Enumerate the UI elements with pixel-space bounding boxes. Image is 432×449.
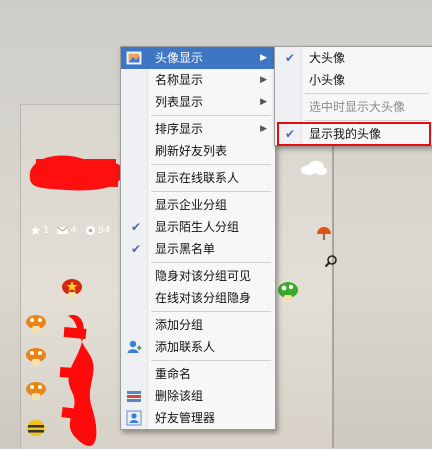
menu-item-large-avatar-when-selected: 选中时显示大头像 xyxy=(309,100,406,114)
mushroom-avatar-icon xyxy=(26,348,46,366)
green-mushroom-icon xyxy=(278,282,298,302)
menu-item-show-online-contacts[interactable]: 显示在线联系人 xyxy=(121,167,275,189)
checkmark-icon: ✔ xyxy=(284,51,296,65)
menu-item-rename[interactable]: 重命名 xyxy=(121,363,275,385)
submenu-arrow-icon: ▶ xyxy=(260,124,267,134)
submenu-arrow-icon: ▶ xyxy=(260,53,267,63)
menu-item-avatar-display[interactable]: 头像显示 ▶ xyxy=(121,47,275,69)
menu-item-show-strangers-group[interactable]: ✔ 显示陌生人分组 xyxy=(121,216,275,238)
menu-item-add-group[interactable]: 添加分组 xyxy=(121,314,275,336)
star-count: 1 xyxy=(43,225,50,236)
weather-cloud-icon xyxy=(301,161,327,175)
menu-item-invisible-visible-to-group[interactable]: 隐身对该分组可见 xyxy=(121,265,275,287)
window-border xyxy=(332,104,334,448)
checkmark-icon: ✔ xyxy=(130,220,142,234)
mail-icon xyxy=(57,226,69,234)
redacted-nickname xyxy=(29,155,123,191)
star-counter[interactable]: 1 xyxy=(30,225,49,236)
bee-avatar-icon xyxy=(27,420,45,436)
menu-item-add-contact[interactable]: 添加联系人 xyxy=(121,336,275,358)
menu-separator xyxy=(151,164,271,165)
gear-icon xyxy=(85,226,95,235)
menu-item-sort-display[interactable]: 排序显示 ▶ xyxy=(121,118,275,140)
menu-separator xyxy=(151,311,271,312)
avatar-display-submenu: ✔ 大头像 小头像 选中时显示大头像 ✔ 显示我的头像 xyxy=(274,46,432,146)
submenu-arrow-icon: ▶ xyxy=(260,75,267,85)
menu-item-delete-group[interactable]: 删除该组 xyxy=(121,385,275,407)
redacted-contacts xyxy=(59,315,97,446)
checkmark-icon: ✔ xyxy=(284,127,296,141)
delete-group-icon xyxy=(127,391,141,402)
search-icon[interactable] xyxy=(324,254,338,268)
menu-item-show-enterprise-group[interactable]: 显示企业分组 xyxy=(121,194,275,216)
menu-item-small-avatar[interactable]: 小头像 xyxy=(275,69,432,91)
gear-count: 94 xyxy=(97,225,111,236)
menu-separator xyxy=(305,120,429,121)
menu-separator xyxy=(151,360,271,361)
contact-list-context-menu: 头像显示 ▶ 名称显示 ▶ 列表显示 ▶ 排序显示 ▶ 刷新好友列表 显示在线联… xyxy=(120,46,276,430)
add-contact-icon xyxy=(127,340,142,353)
menu-separator xyxy=(151,262,271,263)
menu-item-refresh-friends[interactable]: 刷新好友列表 xyxy=(121,140,275,162)
mail-count: 4 xyxy=(70,225,77,236)
menu-item-show-blacklist[interactable]: ✔ 显示黑名单 xyxy=(121,238,275,260)
menu-separator xyxy=(305,93,429,94)
mushroom-avatar-icon xyxy=(26,382,46,400)
menu-item-online-hidden-to-group[interactable]: 在线对该分组隐身 xyxy=(121,287,275,309)
friend-manager-icon xyxy=(126,410,142,426)
mushroom-avatar-icon xyxy=(26,315,46,333)
menu-separator xyxy=(151,115,271,116)
menu-item-show-my-avatar[interactable]: ✔ 显示我的头像 xyxy=(275,122,432,146)
checkmark-icon: ✔ xyxy=(130,242,142,256)
gear-counter[interactable]: 94 xyxy=(85,225,111,236)
umbrella-icon[interactable] xyxy=(316,226,332,242)
avatar-display-icon xyxy=(126,51,142,65)
menu-separator xyxy=(151,191,271,192)
mail-counter[interactable]: 4 xyxy=(57,225,77,236)
red-star-mushroom-icon xyxy=(62,279,82,299)
menu-item-name-display[interactable]: 名称显示 ▶ xyxy=(121,69,275,91)
menu-item-large-avatar[interactable]: ✔ 大头像 xyxy=(275,47,432,69)
star-icon xyxy=(30,225,41,235)
submenu-arrow-icon: ▶ xyxy=(260,97,267,107)
menu-item-list-display[interactable]: 列表显示 ▶ xyxy=(121,91,275,113)
menu-item-friend-manager[interactable]: 好友管理器 xyxy=(121,407,275,429)
status-counters: 1 4 94 xyxy=(30,225,110,236)
